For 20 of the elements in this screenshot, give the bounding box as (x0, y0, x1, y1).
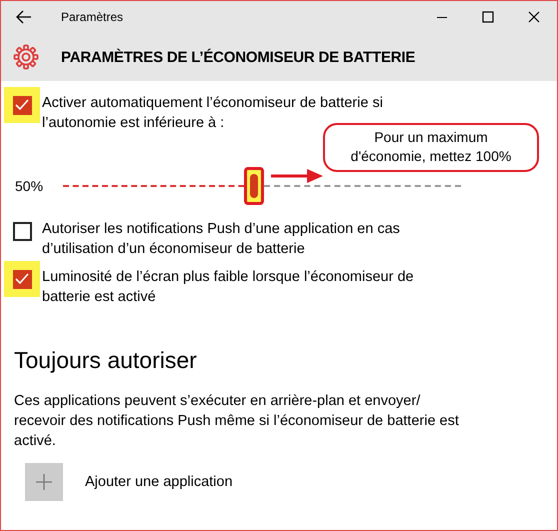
gear-icon (13, 44, 39, 70)
plus-icon (36, 474, 52, 490)
callout-bubble: Pour un maximum d'économie, mettez 100% (323, 123, 539, 172)
checkbox[interactable] (12, 96, 32, 114)
close-icon (528, 11, 540, 23)
checkbox[interactable] (12, 222, 32, 240)
add-button[interactable] (25, 463, 63, 501)
slider-value: 50% (14, 178, 44, 194)
page-title: PARAMÈTRES DE L’ÉCONOMISEUR DE BATTERIE (61, 48, 416, 66)
slider-thumb[interactable] (244, 167, 264, 205)
checkbox-label: Autoriser les notifications Push d’une application en cas d’utilisation d’un économiseur de batterie (42, 220, 401, 259)
maximize-icon (482, 11, 494, 23)
section-heading: Toujours autoriser (14, 347, 198, 375)
section-description: Ces applications peuvent s’exécuter en arrière-plan et envoyer/ recevoir des notifications Push même si l’économiseur de batterie est activé. (14, 392, 459, 451)
back-arrow-icon (16, 10, 32, 24)
add-label: Ajouter une application (85, 474, 233, 490)
arrow-icon (271, 169, 323, 183)
checkbox-label: Luminosité de l’écran plus faible lorsque l’économiseur de batterie est activé (42, 268, 415, 307)
window-title: Paramètres (61, 10, 124, 24)
checkbox[interactable] (12, 270, 32, 288)
